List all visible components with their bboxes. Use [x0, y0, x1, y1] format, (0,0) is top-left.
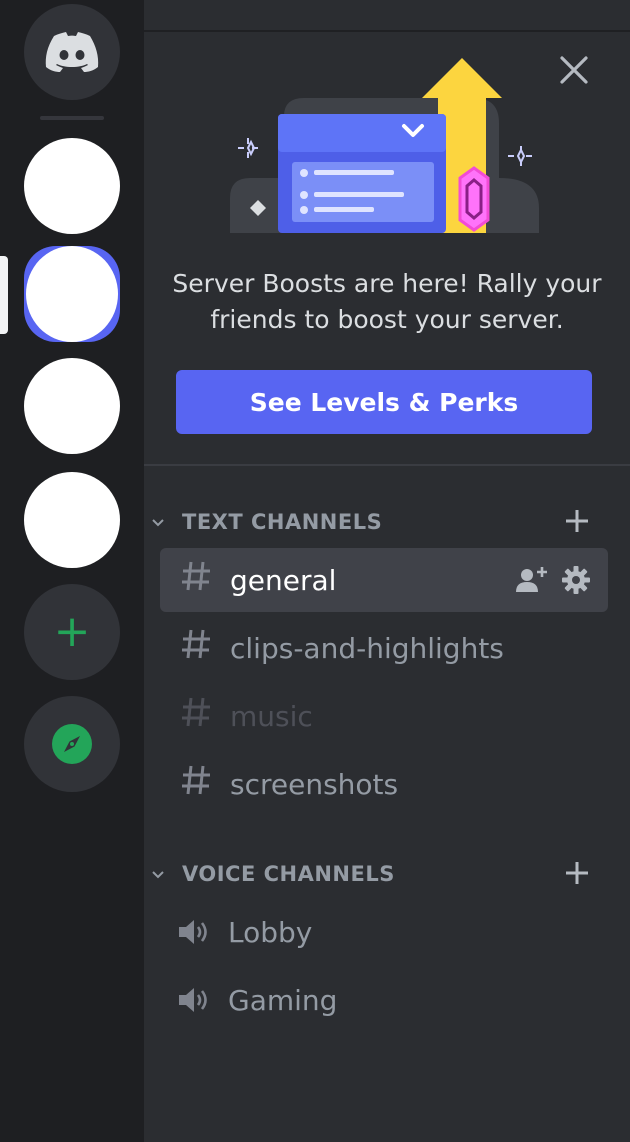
channel-name: general: [230, 563, 337, 597]
category-voice-channels[interactable]: VOICE CHANNELS: [144, 856, 630, 892]
hash-icon: [160, 762, 230, 806]
chevron-down-icon: [144, 865, 182, 884]
voice-channel-lobby[interactable]: Lobby: [160, 900, 608, 964]
channel-sidebar: Server Boosts are here! Rally your frien…: [144, 0, 630, 1142]
close-icon[interactable]: [556, 52, 592, 88]
channel-name: Lobby: [228, 915, 313, 949]
channel-general[interactable]: general: [160, 548, 608, 612]
active-server-indicator: [0, 256, 8, 334]
server-icon-3[interactable]: [24, 358, 120, 454]
server-boost-illustration-icon: [230, 58, 539, 233]
channel-music[interactable]: music: [160, 684, 608, 748]
add-channel-icon[interactable]: [564, 852, 590, 893]
gear-icon[interactable]: [562, 566, 590, 594]
boost-banner-text: Server Boosts are here! Rally your frien…: [172, 269, 602, 334]
channel-clips-and-highlights[interactable]: clips-and-highlights: [160, 616, 608, 680]
home-button[interactable]: [24, 4, 120, 100]
channel-name: screenshots: [230, 767, 399, 801]
category-label: VOICE CHANNELS: [182, 862, 395, 886]
chevron-down-icon: [144, 513, 182, 532]
category-text-channels[interactable]: TEXT CHANNELS: [144, 504, 630, 540]
add-channel-icon[interactable]: [564, 500, 590, 541]
server-icon-1[interactable]: [24, 138, 120, 234]
add-server-button[interactable]: +: [24, 584, 120, 680]
channel-name: music: [230, 699, 313, 733]
see-levels-perks-button[interactable]: See Levels & Perks: [176, 370, 592, 434]
compass-icon: [52, 724, 92, 764]
plus-icon: +: [53, 606, 91, 657]
hash-icon: [160, 694, 230, 738]
category-label: TEXT CHANNELS: [182, 510, 383, 534]
invite-member-icon[interactable]: [516, 566, 548, 594]
channel-name: clips-and-highlights: [230, 631, 504, 665]
channel-screenshots[interactable]: screenshots: [160, 752, 608, 816]
rail-divider: [40, 116, 104, 120]
explore-servers-button[interactable]: [24, 696, 120, 792]
speaker-icon: [160, 917, 228, 947]
hash-icon: [160, 626, 230, 670]
voice-channel-gaming[interactable]: Gaming: [160, 968, 608, 1032]
server-header[interactable]: [144, 0, 630, 32]
channel-actions: [516, 566, 590, 594]
server-rail: +: [0, 0, 144, 1142]
discord-logo-icon: [45, 32, 99, 72]
server-icon-2[interactable]: [26, 246, 118, 342]
banner-separator: [144, 464, 630, 466]
speaker-icon: [160, 985, 228, 1015]
server-icon-4[interactable]: [24, 472, 120, 568]
hash-icon: [160, 558, 230, 602]
channel-name: Gaming: [228, 983, 338, 1017]
